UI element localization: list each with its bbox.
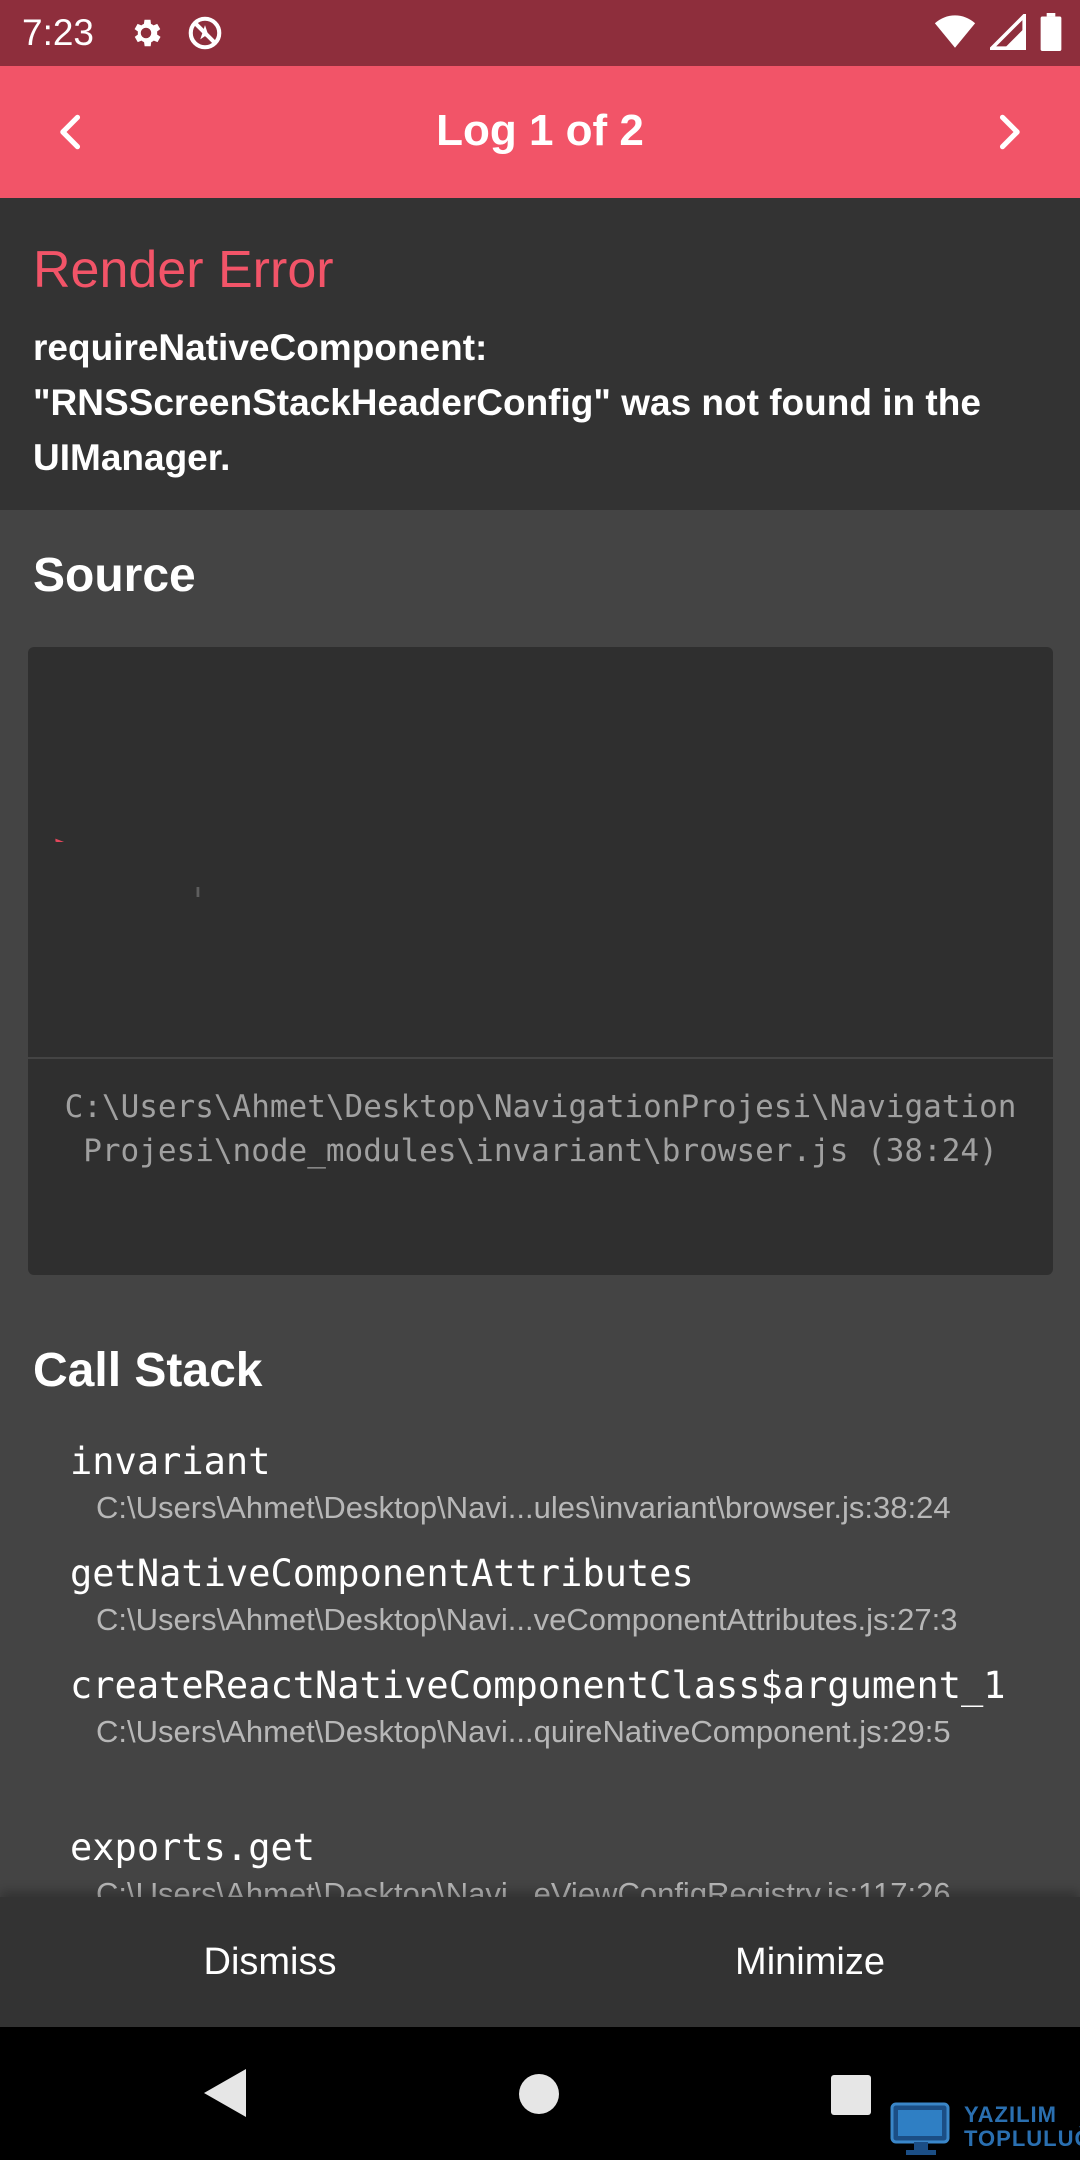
stack-frame-path: C:\Users\Ahmet\Desktop\Navi...quireNativ… [96, 1714, 951, 1749]
source-heading: Source [33, 549, 196, 602]
error-message: requireNativeComponent: "RNSScreenStackH… [33, 327, 981, 478]
battery-icon [1040, 13, 1062, 56]
stack-frame[interactable]: getNativeComponentAttributes C:\Users\Ah… [70, 1550, 1030, 1642]
chevron-right-icon[interactable] [986, 110, 1030, 154]
stack-frame[interactable]: createReactNativeComponentClass$argument… [70, 1662, 1030, 1754]
stack-frame-function: createReactNativeComponentClass$argument… [70, 1664, 1006, 1707]
log-header: Log 1 of 2 [0, 66, 1080, 198]
code-line: 39 | format.replace(/%s/g, function() { … [28, 897, 1028, 952]
watermark-logo: YAZILIM TOPLULUĞU [888, 2096, 1080, 2156]
code-divider [28, 1057, 1053, 1059]
monitor-logo-icon [890, 2102, 950, 2155]
stack-frame-path: C:\Users\Ahmet\Desktop\Navi...ules\invar… [96, 1490, 951, 1525]
action-bar: Dismiss Minimize [0, 1897, 1080, 2027]
code-line: 41 | error.name = 'Invariant Violation'; [28, 1007, 1028, 1062]
code-line-caret: | ^ [28, 842, 1028, 897]
stack-frame-path: C:\Users\Ahmet\Desktop\Navi...veComponen… [96, 1602, 958, 1637]
code-line: 36 | var args = [a, b, c, d, e, f]; [28, 677, 1028, 732]
gear-icon [128, 15, 164, 56]
stack-frame-function: getNativeComponentAttributes [70, 1552, 694, 1595]
code-line-marker: > [54, 826, 74, 842]
code-line-highlighted: > 38 | error = new Error( [28, 787, 1028, 842]
code-line: 37 | var argIndex = 0; [28, 732, 1028, 787]
watermark-text: YAZILIM [964, 2102, 1057, 2127]
watermark-text: TOPLULUĞU [964, 2126, 1080, 2151]
error-summary: Render Error requireNativeComponent: "RN… [0, 198, 1080, 510]
status-icons [934, 11, 1062, 56]
code-frame[interactable]: 36 | var args = [a, b, c, d, e, f]; 37 |… [28, 647, 1053, 1275]
back-triangle-icon[interactable] [202, 2067, 248, 2124]
stack-frame-function: invariant [70, 1440, 271, 1483]
stack-frame[interactable]: invariant C:\Users\Ahmet\Desktop\Navi...… [70, 1438, 1030, 1530]
home-circle-icon[interactable] [518, 2073, 560, 2120]
minimize-button[interactable]: Minimize [540, 1897, 1080, 2027]
code-line: 40 | ); [28, 952, 1028, 1007]
source-file-path[interactable]: C:\Users\Ahmet\Desktop\NavigationProjesi… [58, 1085, 1023, 1173]
dismiss-button[interactable]: Dismiss [0, 1897, 540, 2027]
wifi-icon [934, 14, 976, 55]
call-stack-heading: Call Stack [33, 1344, 263, 1397]
code-lines: 36 | var args = [a, b, c, d, e, f]; 37 |… [28, 677, 1053, 1057]
status-time: 7:23 [22, 12, 95, 53]
no-location-icon [186, 14, 224, 57]
log-counter-title: Log 1 of 2 [436, 106, 644, 155]
signal-icon [987, 11, 1026, 55]
recents-square-icon[interactable] [830, 2074, 872, 2121]
stack-frame-function: exports.get [70, 1826, 316, 1869]
status-bar: 7:23 [0, 0, 1080, 66]
error-title: Render Error [33, 241, 334, 299]
